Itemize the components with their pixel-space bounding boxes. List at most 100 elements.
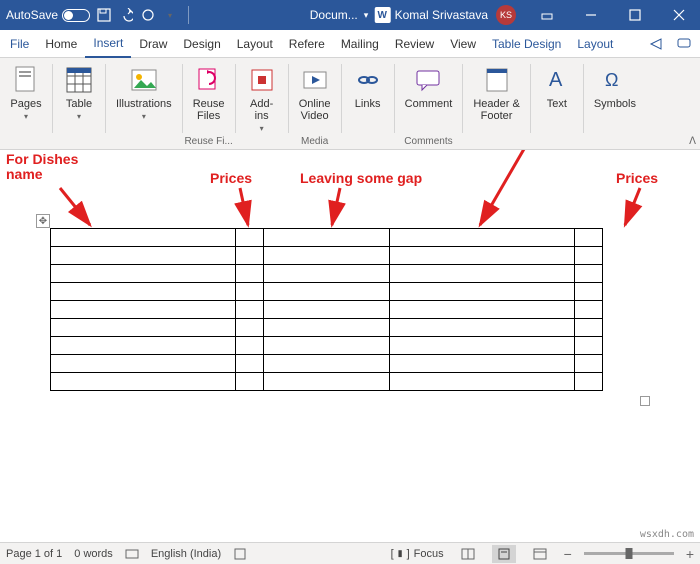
user-name: Komal Srivastava <box>395 8 488 22</box>
group-symbols: Ω Symbols <box>584 58 646 149</box>
table-icon <box>63 64 95 96</box>
annotation-dishes: For Dishes name <box>6 152 78 183</box>
chevron-down-icon: ▾ <box>142 112 146 121</box>
addins-icon <box>246 64 278 96</box>
language-indicator[interactable]: English (India) <box>151 548 221 560</box>
header-footer-button[interactable]: Header & Footer <box>469 62 523 124</box>
word-app-icon: W <box>374 7 390 23</box>
svg-text:A: A <box>549 69 563 91</box>
redo-icon[interactable] <box>140 7 156 23</box>
tab-layout[interactable]: Layout <box>229 30 281 58</box>
document-area[interactable]: For Dishes name Prices Leaving some gap … <box>0 150 700 542</box>
illustrations-label: Illustrations <box>116 98 172 110</box>
spellcheck-icon[interactable] <box>125 547 139 561</box>
table-move-handle-icon[interactable]: ✥ <box>36 214 50 228</box>
media-group-label: Media <box>289 136 341 147</box>
group-comments: Comment Comments <box>395 58 463 149</box>
group-text: A Text <box>531 58 583 149</box>
chevron-down-icon: ▾ <box>260 124 264 133</box>
accessibility-icon[interactable] <box>233 547 247 561</box>
ribbon-display-icon[interactable] <box>526 0 568 30</box>
link-icon <box>352 64 384 96</box>
tab-table-design[interactable]: Table Design <box>484 30 569 58</box>
links-button[interactable]: Links <box>348 62 388 112</box>
chevron-down-icon: ▾ <box>77 112 81 121</box>
undo-icon[interactable] <box>118 7 134 23</box>
maximize-icon[interactable] <box>614 0 656 30</box>
links-label: Links <box>355 98 381 110</box>
reuse-files-button[interactable]: Reuse Files <box>189 62 229 124</box>
annotation-prices1: Prices <box>210 170 252 186</box>
video-icon <box>299 64 331 96</box>
tab-mailings[interactable]: Mailing <box>333 30 387 58</box>
table-resize-handle-icon[interactable] <box>640 396 650 406</box>
text-label: Text <box>547 98 567 110</box>
text-button[interactable]: A Text <box>537 62 577 112</box>
group-reuse-files: Reuse Files Reuse Fi... <box>183 58 235 149</box>
pages-icon <box>10 64 42 96</box>
table-button[interactable]: Table ▾ <box>59 62 99 123</box>
ribbon-body: Pages ▾ Table ▾ Illustrations ▾ Reuse Fi… <box>0 58 700 150</box>
reuse-group-label: Reuse Fi... <box>183 136 235 147</box>
addins-button[interactable]: Add- ins ▾ <box>242 62 282 135</box>
tab-view[interactable]: View <box>442 30 484 58</box>
tab-home[interactable]: Home <box>37 30 85 58</box>
header-footer-icon <box>481 64 513 96</box>
dropdown-icon[interactable]: ▾ <box>364 10 369 21</box>
online-video-label: Online Video <box>299 98 331 122</box>
word-count[interactable]: 0 words <box>74 548 113 560</box>
illustrations-button[interactable]: Illustrations ▾ <box>112 62 176 123</box>
ribbon-tabs: File Home Insert Draw Design Layout Refe… <box>0 30 700 58</box>
print-layout-icon[interactable] <box>492 545 516 563</box>
page-indicator[interactable]: Page 1 of 1 <box>6 548 62 560</box>
text-icon: A <box>541 64 573 96</box>
comments-group-label: Comments <box>395 136 463 147</box>
zoom-slider[interactable] <box>584 552 674 555</box>
minimize-icon[interactable] <box>570 0 612 30</box>
comment-icon <box>412 64 444 96</box>
group-links: Links <box>342 58 394 149</box>
tab-references[interactable]: Refere <box>281 30 333 58</box>
symbols-label: Symbols <box>594 98 636 110</box>
doc-name: Docum... <box>310 8 358 22</box>
share-icon[interactable] <box>642 30 670 58</box>
inserted-table[interactable] <box>50 228 603 391</box>
group-illustrations: Illustrations ▾ <box>106 58 182 149</box>
read-mode-icon[interactable] <box>456 545 480 563</box>
title-bar: AutoSave ▾ Docum... ▾ W Komal Srivastava… <box>0 0 700 30</box>
web-layout-icon[interactable] <box>528 545 552 563</box>
qat-dropdown-icon[interactable]: ▾ <box>162 7 178 23</box>
annotation-prices2: Prices <box>616 170 658 186</box>
group-header-footer: Header & Footer <box>463 58 529 149</box>
pages-button[interactable]: Pages ▾ <box>6 62 46 123</box>
group-addins: Add- ins ▾ <box>236 58 288 149</box>
online-video-button[interactable]: Online Video <box>295 62 335 124</box>
comment-button[interactable]: Comment <box>401 62 457 112</box>
status-bar: Page 1 of 1 0 words English (India) [▮] … <box>0 542 700 564</box>
tab-design[interactable]: Design <box>175 30 228 58</box>
user-avatar[interactable]: KS <box>496 5 516 25</box>
reuse-files-icon <box>193 64 225 96</box>
tab-review[interactable]: Review <box>387 30 442 58</box>
symbols-button[interactable]: Ω Symbols <box>590 62 640 112</box>
tab-file[interactable]: File <box>2 30 37 58</box>
symbols-icon: Ω <box>599 64 631 96</box>
zoom-in-icon[interactable]: + <box>686 546 694 562</box>
table-label: Table <box>66 98 92 110</box>
close-icon[interactable] <box>658 0 700 30</box>
save-icon[interactable] <box>96 7 112 23</box>
autosave-label: AutoSave <box>6 8 58 22</box>
tab-draw[interactable]: Draw <box>131 30 175 58</box>
autosave-toggle[interactable]: AutoSave <box>6 8 90 22</box>
annotation-gap: Leaving some gap <box>300 170 422 186</box>
chevron-down-icon: ▾ <box>24 112 28 121</box>
watermark: wsxdh.com <box>640 529 694 540</box>
focus-mode[interactable]: [▮] Focus <box>391 548 444 560</box>
comments-icon[interactable] <box>670 30 698 58</box>
zoom-out-icon[interactable]: − <box>564 546 572 562</box>
svg-text:Ω: Ω <box>605 70 618 90</box>
header-footer-label: Header & Footer <box>473 98 519 122</box>
tab-layout-contextual[interactable]: Layout <box>569 30 621 58</box>
collapse-ribbon-icon[interactable]: ᐱ <box>689 136 696 147</box>
tab-insert[interactable]: Insert <box>85 30 131 58</box>
